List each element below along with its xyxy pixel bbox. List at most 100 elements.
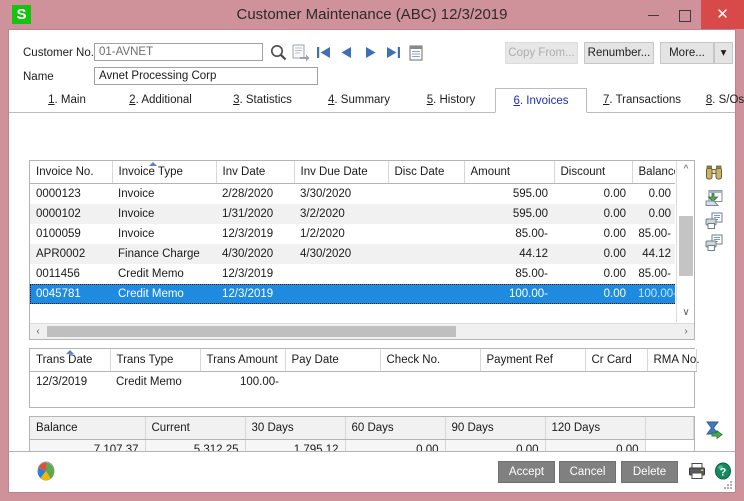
- tab-statistics[interactable]: 3. Statistics: [214, 88, 311, 113]
- binoculars-icon[interactable]: [704, 163, 724, 183]
- name-input[interactable]: [94, 67, 318, 85]
- tab-summary[interactable]: 4. Summary: [311, 88, 407, 113]
- table-row[interactable]: 12/3/2019 Credit Memo 100.00-: [30, 372, 696, 393]
- transaction-grid-body[interactable]: 12/3/2019 Credit Memo 100.00-: [30, 372, 696, 393]
- next-number-icon[interactable]: [291, 43, 310, 62]
- column-header-trans-type[interactable]: Trans Type: [110, 349, 201, 372]
- table-row[interactable]: 0000102 Invoice 1/31/2020 3/2/2020 595.00 0.0…: [30, 204, 675, 224]
- window-title: Customer Maintenance (ABC) 12/3/2019: [236, 6, 508, 23]
- tab-s-os[interactable]: 8. S/Os: [697, 88, 744, 113]
- lookup-icon[interactable]: [269, 43, 288, 62]
- column-header-cr-card[interactable]: Cr Card: [585, 349, 648, 372]
- tab-label: . Additional: [135, 94, 192, 106]
- transaction-grid-header-row[interactable]: Trans Date Trans Type Trans Amount Pay Date…: [30, 349, 700, 372]
- tab-history[interactable]: 5. History: [407, 88, 495, 113]
- more-dropdown-button[interactable]: ▾: [714, 42, 733, 64]
- table-row[interactable]: 0045781 Credit Memo 12/3/2019 100.00- 0.00 10…: [30, 284, 675, 304]
- scroll-left-icon[interactable]: ‹: [30, 324, 46, 339]
- nav-last-icon[interactable]: [383, 43, 402, 62]
- windows-logo-icon[interactable]: [35, 460, 57, 482]
- copy-from-button[interactable]: Copy From...: [505, 42, 578, 64]
- column-header-payment-ref[interactable]: Payment Ref: [480, 349, 586, 372]
- cell-invoice-type: Invoice: [112, 204, 216, 224]
- nav-prev-icon[interactable]: [337, 43, 356, 62]
- tab-transactions[interactable]: 7. Transactions: [587, 88, 697, 113]
- column-header-rma-no-[interactable]: RMA No.: [647, 349, 700, 372]
- column-header-disc-date[interactable]: Disc Date: [388, 161, 465, 184]
- delete-button[interactable]: Delete: [621, 461, 678, 483]
- cell-amount: 595.00: [464, 204, 554, 224]
- print-icon[interactable]: [687, 461, 707, 483]
- nav-next-icon[interactable]: [361, 43, 380, 62]
- cell-inv-due-date: [294, 264, 388, 284]
- column-header-check-no-[interactable]: Check No.: [380, 349, 481, 372]
- column-header-label: Trans Type: [116, 354, 174, 366]
- cell-cr-card: [585, 372, 647, 393]
- tab-additional[interactable]: 2. Additional: [107, 88, 214, 113]
- tab-invoices[interactable]: 6. Invoices: [495, 88, 587, 113]
- table-row[interactable]: 0100059 Invoice 12/3/2019 1/2/2020 85.00- 0.0…: [30, 224, 675, 244]
- table-row[interactable]: 0011456 Credit Memo 12/3/2019 85.00- 0.00 85.…: [30, 264, 675, 284]
- cell-trans-amount: 100.00-: [239, 376, 279, 388]
- column-header-balance[interactable]: Balance: [632, 161, 675, 184]
- column-header-inv-date[interactable]: Inv Date: [216, 161, 295, 184]
- footer-bar: Accept Cancel Delete ?: [9, 451, 735, 492]
- renumber-button[interactable]: Renumber...: [584, 42, 654, 64]
- minimize-button[interactable]: [637, 0, 669, 29]
- cell-invoice-type: Credit Memo: [118, 268, 184, 280]
- resize-grip[interactable]: [723, 480, 732, 489]
- accept-button[interactable]: Accept: [498, 461, 555, 483]
- aging-header-90-days: 90 Days: [445, 417, 546, 440]
- column-header-invoice-no-[interactable]: Invoice No.: [30, 161, 113, 184]
- invoice-grid-horizontal-scrollbar[interactable]: ‹ ›: [30, 323, 694, 339]
- invoice-grid-body[interactable]: 0000123 Invoice 2/28/2020 3/30/2020 595.00 0.…: [30, 184, 675, 304]
- cancel-button[interactable]: Cancel: [559, 461, 616, 483]
- column-header-discount[interactable]: Discount: [554, 161, 633, 184]
- export-to-excel-icon[interactable]: [704, 420, 724, 440]
- column-header-label: Amount: [470, 166, 511, 178]
- cell-pay-date: [285, 372, 380, 393]
- cell-inv-date: 12/3/2019: [216, 284, 294, 304]
- column-header-invoice-type[interactable]: Invoice Type: [112, 161, 217, 184]
- customer-no-input[interactable]: [94, 43, 263, 61]
- tab-main[interactable]: 1. Main: [27, 88, 107, 113]
- column-header-inv-due-date[interactable]: Inv Due Date: [294, 161, 389, 184]
- invoice-grid[interactable]: Invoice No. Invoice Type Inv Date Inv Due D…: [30, 161, 675, 304]
- horizontal-scroll-thumb[interactable]: [47, 326, 456, 337]
- scroll-down-icon[interactable]: ∨: [677, 304, 695, 322]
- column-header-pay-date[interactable]: Pay Date: [285, 349, 381, 372]
- column-header-label: Check No.: [386, 354, 441, 366]
- print-preview-icon[interactable]: [704, 211, 724, 231]
- cell-inv-due-date: 3/2/2020: [294, 204, 388, 224]
- invoice-grid-vertical-scrollbar[interactable]: ^ ∨: [676, 161, 694, 322]
- cell-invoice-no: 0000102: [30, 204, 112, 224]
- close-button[interactable]: ✕: [701, 0, 744, 29]
- cell-payment-ref: [480, 372, 585, 393]
- cell-invoice-no: 0045781: [30, 284, 112, 304]
- memo-icon[interactable]: [407, 43, 426, 62]
- vertical-scroll-thumb[interactable]: [679, 216, 693, 276]
- transaction-detail-grid[interactable]: Trans Date Trans Type Trans Amount Pay Date…: [30, 349, 700, 393]
- scroll-up-icon[interactable]: ^: [677, 161, 695, 179]
- invoice-grid-header-row[interactable]: Invoice No. Invoice Type Inv Date Inv Due D…: [30, 161, 675, 184]
- column-header-label: Discount: [560, 166, 606, 178]
- table-row[interactable]: 0000123 Invoice 2/28/2020 3/30/2020 595.00 0.…: [30, 184, 675, 205]
- cell-balance: 100.00-: [632, 284, 675, 304]
- cancel-label: Cancel: [569, 466, 606, 478]
- table-row[interactable]: APR0002 Finance Charge 4/30/2020 4/30/2020 4…: [30, 244, 675, 264]
- column-header-trans-date[interactable]: Trans Date: [30, 349, 111, 372]
- column-header-amount[interactable]: Amount: [464, 161, 555, 184]
- renumber-label: Renumber...: [587, 47, 651, 59]
- column-header-label: Invoice Type: [118, 166, 183, 178]
- column-header-trans-amount[interactable]: Trans Amount: [200, 349, 286, 372]
- drill-down-icon[interactable]: [704, 188, 724, 208]
- tab-underline: [9, 112, 735, 113]
- maximize-button[interactable]: [669, 0, 701, 29]
- aging-header-120-days: 120 Days: [545, 417, 646, 440]
- more-button[interactable]: More...: [660, 42, 714, 64]
- nav-first-icon[interactable]: [315, 43, 334, 62]
- cell-invoice-no: 0000123: [36, 188, 81, 200]
- scroll-right-icon[interactable]: ›: [678, 324, 694, 339]
- title-bar: S Customer Maintenance (ABC) 12/3/2019 ✕: [0, 0, 744, 29]
- print-preview-alt-icon[interactable]: [704, 233, 724, 253]
